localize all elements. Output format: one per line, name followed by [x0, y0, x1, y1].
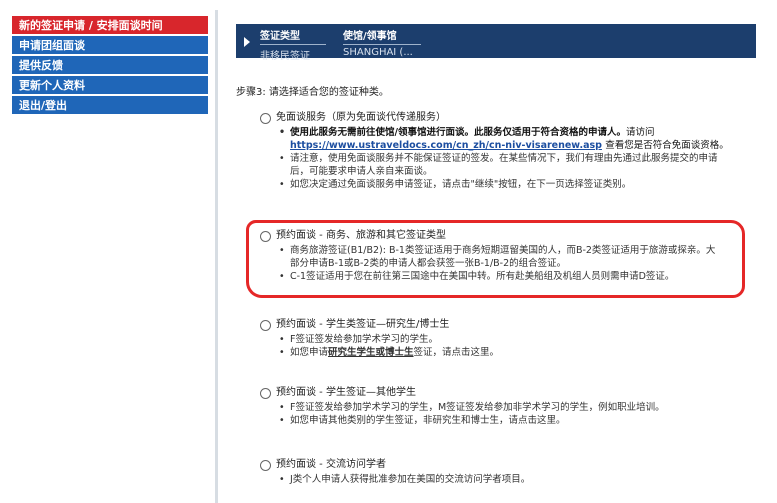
option-title: 预约面谈 - 交流访问学者 [276, 459, 386, 470]
list-item: 如您决定通过免面谈服务申请签证，请点击"继续"按钮，在下一页选择签证类别。 [262, 178, 752, 191]
visa-type-value: 非移民签证 [260, 51, 310, 62]
radio-business-tourism[interactable] [260, 231, 271, 242]
list-item: C-1签证适用于您在前往第三国途中在美国中转。所有赴美船组及机组人员则需申请D签… [262, 270, 752, 283]
visa-type-label: 签证类型 [260, 31, 300, 42]
list-item: 请注意，使用免面谈服务并不能保证签证的签发。在某些情况下，我们有理由先通过此服务… [262, 152, 752, 178]
option-title: 预约面谈 - 学生类签证—研究生/博士生 [276, 319, 450, 330]
sidebar-item-update-profile[interactable]: 更新个人资料 [12, 76, 208, 96]
list-item: 商务旅游签证(B1/B2): B-1类签证适用于商务短期逗留美国的人，而B-2类… [262, 244, 752, 270]
visa-type-field: 签证类型 非移民签证 [260, 27, 326, 62]
sidebar-item-logout[interactable]: 退出/登出 [12, 96, 208, 116]
list-item: F签证签发给参加学术学习的学生。 [262, 333, 752, 346]
sidebar-item-new-application[interactable]: 新的签证申请 / 安排面谈时间 [12, 16, 208, 36]
radio-student-other[interactable] [260, 388, 271, 399]
option-title: 免面谈服务（原为免面谈代传递服务） [276, 112, 446, 123]
consulate-value: SHANGHAI (... [343, 47, 413, 58]
list-item: F签证签发给参加学术学习的学生，M签证签发给参加非学术学习的学生，例如职业培训。 [262, 401, 752, 414]
radio-exchange-visitor[interactable] [260, 460, 271, 471]
divider [260, 44, 326, 45]
sidebar-divider [215, 10, 218, 503]
list-item: J类个人申请人获得批准参加在美国的交流访问学者项目。 [262, 473, 752, 486]
option-exchange-visitor: 预约面谈 - 交流访问学者 J类个人申请人获得批准参加在美国的交流访问学者项目。 [260, 458, 752, 486]
sidebar-nav: 新的签证申请 / 安排面谈时间 申请团组面谈 提供反馈 更新个人资料 退出/登出 [12, 16, 208, 116]
sidebar-item-group-interview[interactable]: 申请团组面谈 [12, 36, 208, 56]
step-instruction: 步骤3: 请选择适合您的签证种类。 [236, 87, 389, 98]
radio-waiver-service[interactable] [260, 113, 271, 124]
list-item: 如您申请研究生学生或博士生签证，请点击这里。 [262, 346, 752, 359]
divider [343, 44, 421, 45]
option-title: 预约面谈 - 商务、旅游和其它签证类型 [276, 230, 446, 241]
list-item: 使用此服务无需前往使馆/领事馆进行面谈。此服务仅适用于符合资格的申请人。请访问h… [262, 126, 752, 152]
arrow-right-icon [244, 37, 250, 47]
graduate-link[interactable]: 研究生学生或博士生 [328, 347, 414, 358]
sidebar-item-feedback[interactable]: 提供反馈 [12, 56, 208, 76]
summary-header: 签证类型 非移民签证 使馆/领事馆 SHANGHAI (... [236, 24, 756, 62]
option-waiver-service: 免面谈服务（原为免面谈代传递服务） 使用此服务无需前往使馆/领事馆进行面谈。此服… [260, 111, 752, 191]
waiver-link[interactable]: https://www.ustraveldocs.com/cn_zh/cn-ni… [290, 140, 602, 151]
list-item: 如您申请其他类别的学生签证，非研究生和博士生，请点击这里。 [262, 414, 752, 427]
option-student-other: 预约面谈 - 学生签证—其他学生 F签证签发给参加学术学习的学生，M签证签发给参… [260, 386, 752, 427]
option-student-graduate: 预约面谈 - 学生类签证—研究生/博士生 F签证签发给参加学术学习的学生。 如您… [260, 318, 752, 359]
option-title: 预约面谈 - 学生签证—其他学生 [276, 387, 416, 398]
consulate-field: 使馆/领事馆 SHANGHAI (... [343, 27, 421, 58]
consulate-label: 使馆/领事馆 [343, 31, 397, 42]
option-business-tourism: 预约面谈 - 商务、旅游和其它签证类型 商务旅游签证(B1/B2): B-1类签… [260, 229, 752, 283]
radio-student-graduate[interactable] [260, 320, 271, 331]
